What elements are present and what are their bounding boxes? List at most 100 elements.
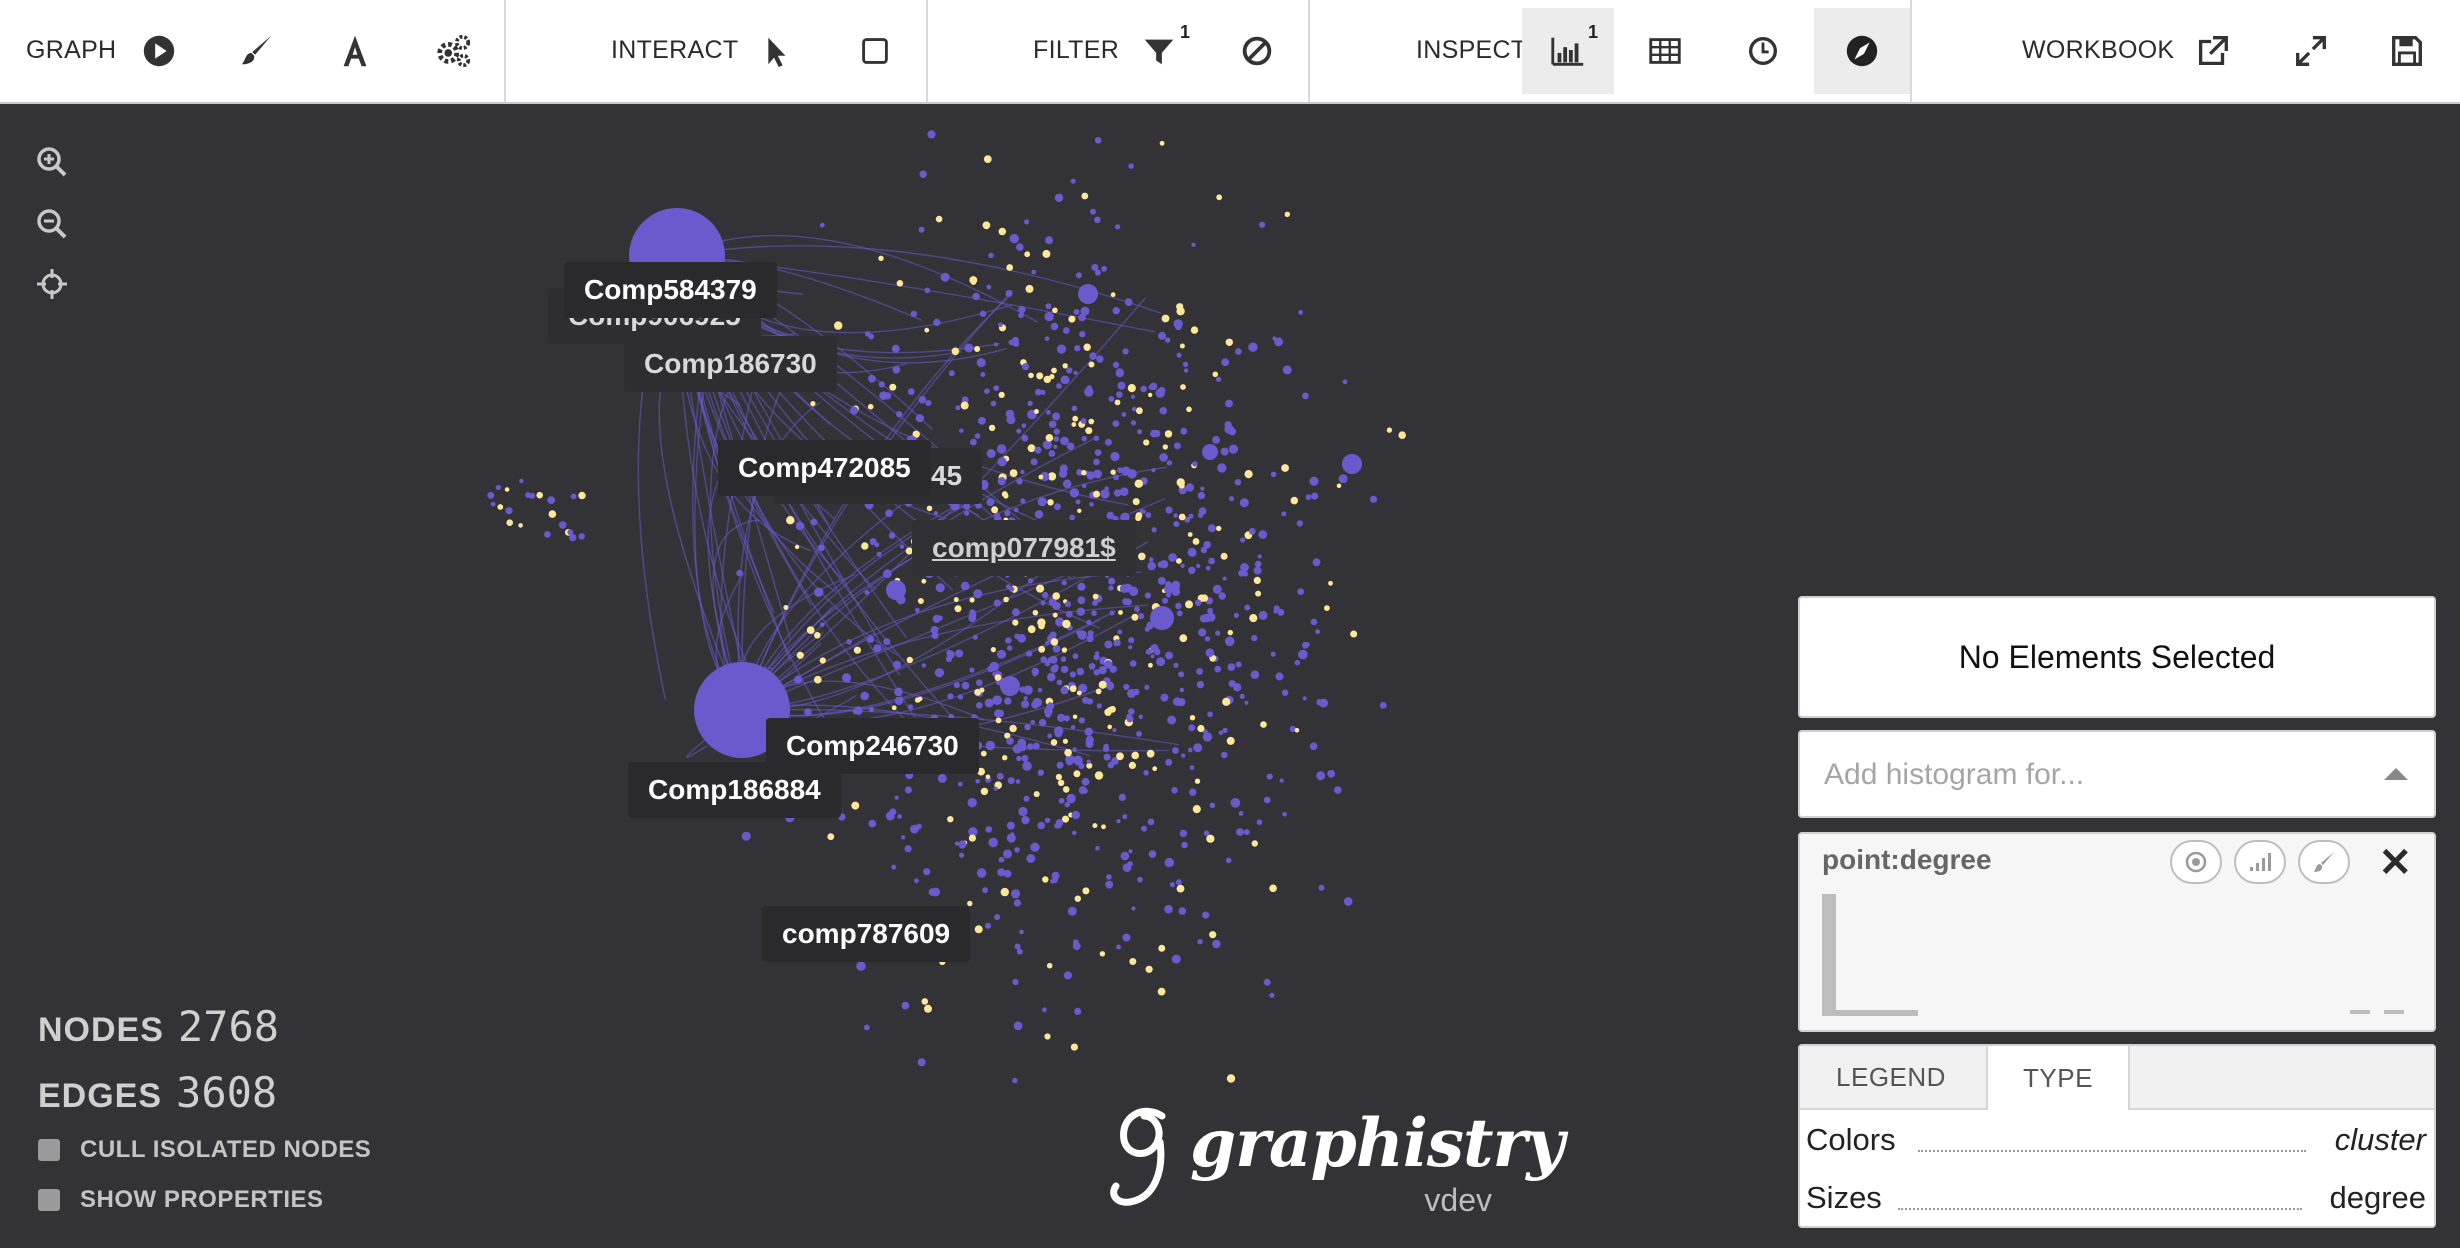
- graph-node[interactable]: [1012, 1077, 1018, 1084]
- graph-node[interactable]: [1059, 464, 1068, 473]
- graph-node[interactable]: [1216, 376, 1222, 382]
- graph-node[interactable]: [995, 717, 1002, 724]
- graph-node[interactable]: [1073, 370, 1078, 375]
- graph-node[interactable]: [1021, 423, 1027, 429]
- graph-node[interactable]: [806, 626, 815, 634]
- graph-node[interactable]: [1073, 770, 1081, 778]
- graph-node[interactable]: [1217, 463, 1227, 473]
- graph-node[interactable]: [1045, 236, 1054, 245]
- graph-node[interactable]: [1094, 449, 1102, 456]
- graph-node[interactable]: [1110, 469, 1116, 475]
- graph-node[interactable]: [1056, 761, 1064, 769]
- graph-node[interactable]: [1072, 415, 1079, 422]
- graph-node[interactable]: [1302, 696, 1307, 701]
- graph-node[interactable]: [490, 501, 496, 507]
- close-histogram-icon[interactable]: ✕: [2378, 840, 2412, 886]
- graph-node[interactable]: [907, 704, 914, 710]
- graph-node[interactable]: [1215, 630, 1221, 636]
- graph-node[interactable]: [1016, 948, 1023, 955]
- graph-node[interactable]: [1085, 735, 1094, 745]
- graph-node[interactable]: [867, 403, 874, 410]
- graph-node[interactable]: [1159, 407, 1168, 415]
- graph-node[interactable]: [997, 457, 1007, 467]
- graph-node[interactable]: [1051, 367, 1057, 374]
- graph-node[interactable]: [794, 544, 800, 550]
- graph-node[interactable]: [953, 682, 960, 689]
- graph-node[interactable]: [1132, 498, 1140, 506]
- graph-node[interactable]: [1073, 939, 1079, 945]
- graph-node[interactable]: [548, 510, 557, 518]
- graph-node[interactable]: [1188, 747, 1193, 753]
- graph-node[interactable]: [1049, 655, 1058, 664]
- graph-node[interactable]: [976, 702, 983, 709]
- graph-node[interactable]: [1064, 601, 1072, 608]
- graph-node[interactable]: [1165, 581, 1172, 588]
- graph-node[interactable]: [878, 381, 885, 388]
- graph-node[interactable]: [1024, 251, 1031, 258]
- graph-node[interactable]: [1108, 577, 1116, 585]
- graph-node[interactable]: [1012, 744, 1022, 754]
- graph-node[interactable]: [1007, 777, 1015, 785]
- graph-node[interactable]: [1172, 580, 1180, 589]
- graph-node[interactable]: [495, 484, 501, 490]
- graph-node[interactable]: [1016, 428, 1022, 434]
- graph-node[interactable]: [1047, 672, 1056, 682]
- graph-node[interactable]: [1103, 753, 1111, 761]
- graph-node[interactable]: [969, 276, 978, 285]
- graph-node[interactable]: [860, 691, 869, 701]
- graph-node[interactable]: [1000, 676, 1020, 696]
- graph-node[interactable]: [736, 569, 743, 577]
- graph-node[interactable]: [1104, 438, 1112, 446]
- graph-node[interactable]: [1251, 634, 1258, 642]
- graph-node[interactable]: [1162, 597, 1168, 604]
- graph-node[interactable]: [1088, 361, 1095, 368]
- graph-node[interactable]: [1312, 558, 1321, 567]
- graph-node[interactable]: [1024, 723, 1031, 731]
- graph-node[interactable]: [1094, 771, 1104, 780]
- graph-node[interactable]: [1048, 450, 1056, 457]
- graph-node[interactable]: [1253, 576, 1261, 584]
- graph-node[interactable]: [1179, 687, 1185, 693]
- graph-node[interactable]: [1117, 381, 1126, 390]
- histogram-color-button[interactable]: [2298, 840, 2350, 884]
- graph-node[interactable]: [1003, 849, 1012, 859]
- graph-node[interactable]: [972, 634, 978, 640]
- graph-node[interactable]: [1076, 607, 1086, 616]
- graph-node[interactable]: [1038, 718, 1047, 727]
- graph-node[interactable]: [1069, 488, 1080, 498]
- graph-node[interactable]: [897, 814, 902, 819]
- graph-node[interactable]: [1052, 307, 1058, 314]
- graph-node[interactable]: [993, 599, 1001, 607]
- graph-node[interactable]: [1398, 431, 1406, 440]
- graph-node[interactable]: [1173, 442, 1181, 450]
- graph-node[interactable]: [879, 391, 888, 401]
- graph-node[interactable]: [1004, 697, 1012, 705]
- graph-node[interactable]: [1250, 670, 1260, 679]
- graph-node[interactable]: [819, 657, 826, 664]
- graph-node[interactable]: [1048, 420, 1057, 429]
- graph-node[interactable]: [987, 665, 994, 673]
- graph-node[interactable]: [1202, 911, 1210, 919]
- graph-node[interactable]: [1136, 731, 1142, 737]
- graph-node[interactable]: [1076, 690, 1082, 696]
- graph-node[interactable]: [1042, 249, 1051, 258]
- graph-node[interactable]: [1028, 372, 1034, 379]
- node-label[interactable]: comp787609: [762, 906, 971, 962]
- graph-node[interactable]: [998, 856, 1005, 863]
- graph-node[interactable]: [1179, 343, 1185, 349]
- graph-node[interactable]: [1224, 421, 1232, 429]
- graph-node[interactable]: [547, 496, 555, 504]
- graph-node[interactable]: [931, 631, 939, 640]
- graph-node[interactable]: [1037, 769, 1045, 776]
- graph-node[interactable]: [1127, 861, 1133, 867]
- graph-node[interactable]: [1207, 607, 1214, 614]
- graph-node[interactable]: [1272, 336, 1277, 341]
- graph-node[interactable]: [974, 433, 981, 439]
- graph-node[interactable]: [1208, 557, 1215, 565]
- graph-node[interactable]: [1254, 560, 1262, 568]
- graph-node[interactable]: [918, 395, 927, 404]
- graph-node[interactable]: [1007, 645, 1013, 651]
- graph-node[interactable]: [1309, 742, 1318, 751]
- graph-node[interactable]: [1187, 547, 1197, 557]
- graph-node[interactable]: [1202, 732, 1213, 742]
